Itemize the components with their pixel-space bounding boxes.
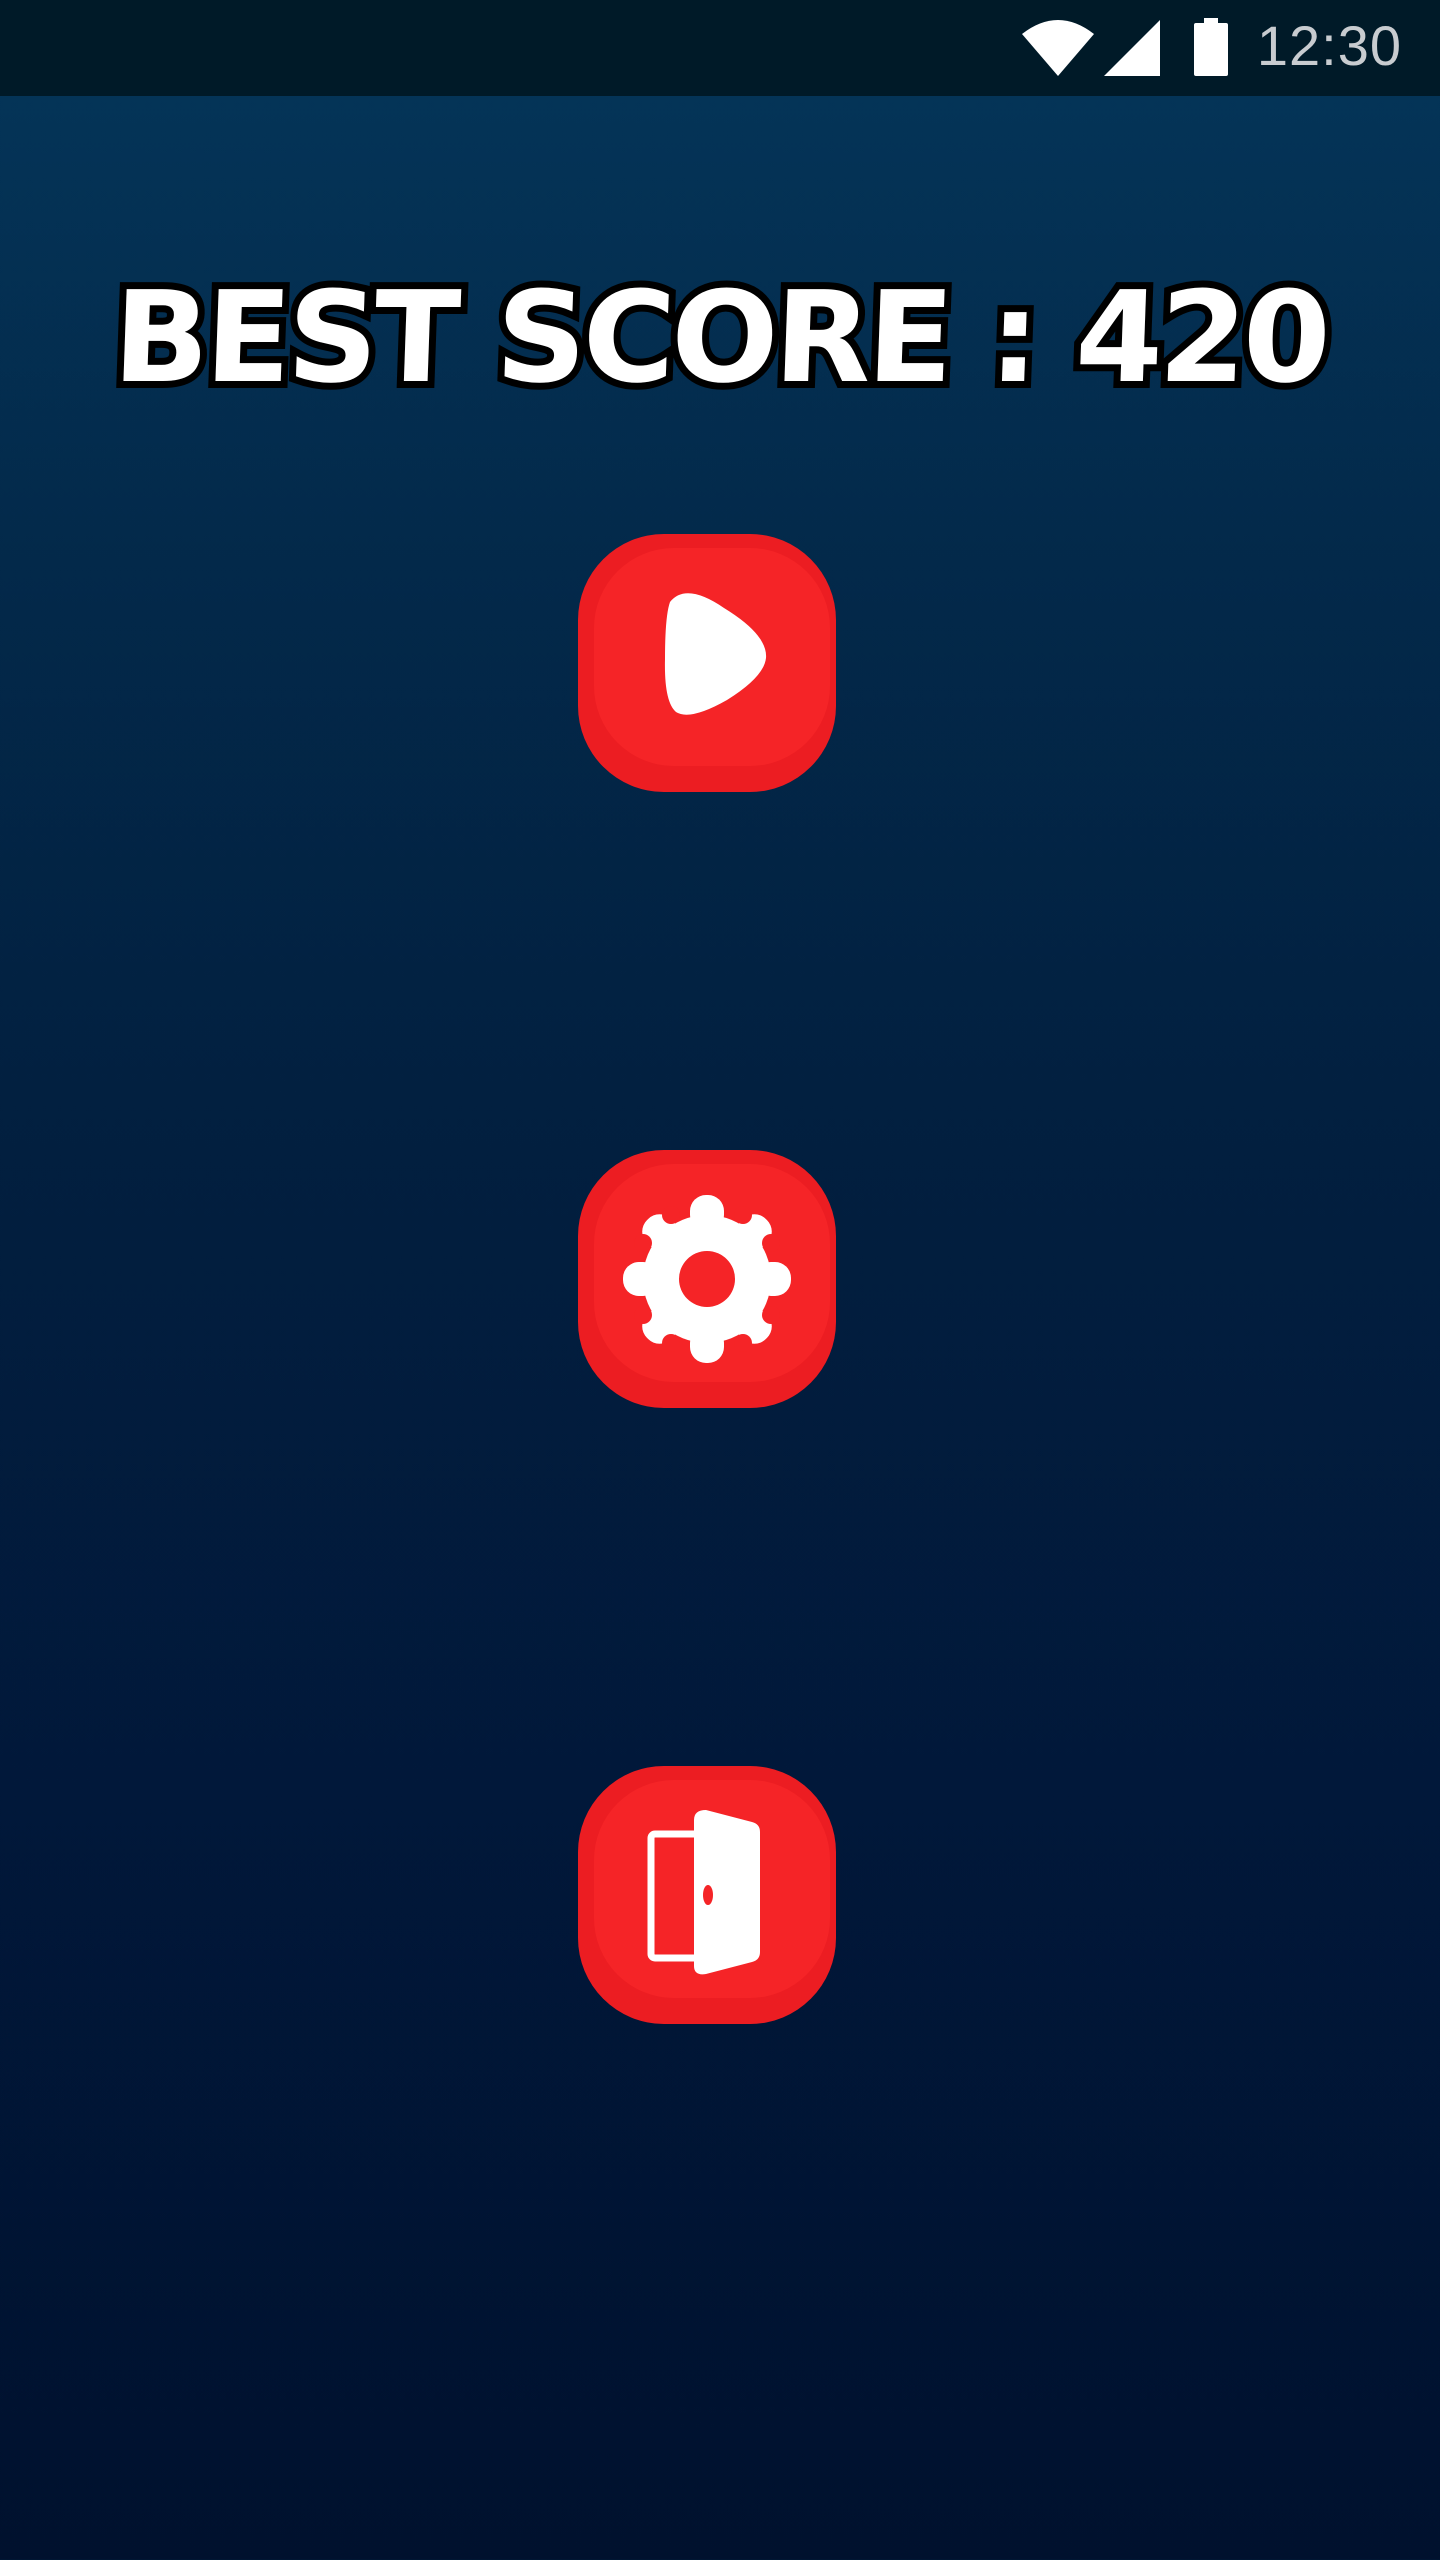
exit-door-icon — [647, 1810, 760, 1975]
best-score-label: BEST SCORE : 420 — [104, 257, 1336, 418]
gear-icon — [623, 1195, 791, 1363]
play-icon — [664, 593, 767, 715]
wifi-icon — [1022, 20, 1094, 76]
clock-time: 12:30 — [1256, 14, 1402, 77]
exit-button[interactable] — [578, 1766, 836, 2024]
status-bar: 12:30 — [0, 0, 1440, 96]
battery-icon — [1194, 18, 1228, 76]
settings-button[interactable] — [578, 1150, 836, 1408]
cell-signal-icon — [1104, 20, 1160, 76]
play-button[interactable] — [578, 534, 836, 792]
